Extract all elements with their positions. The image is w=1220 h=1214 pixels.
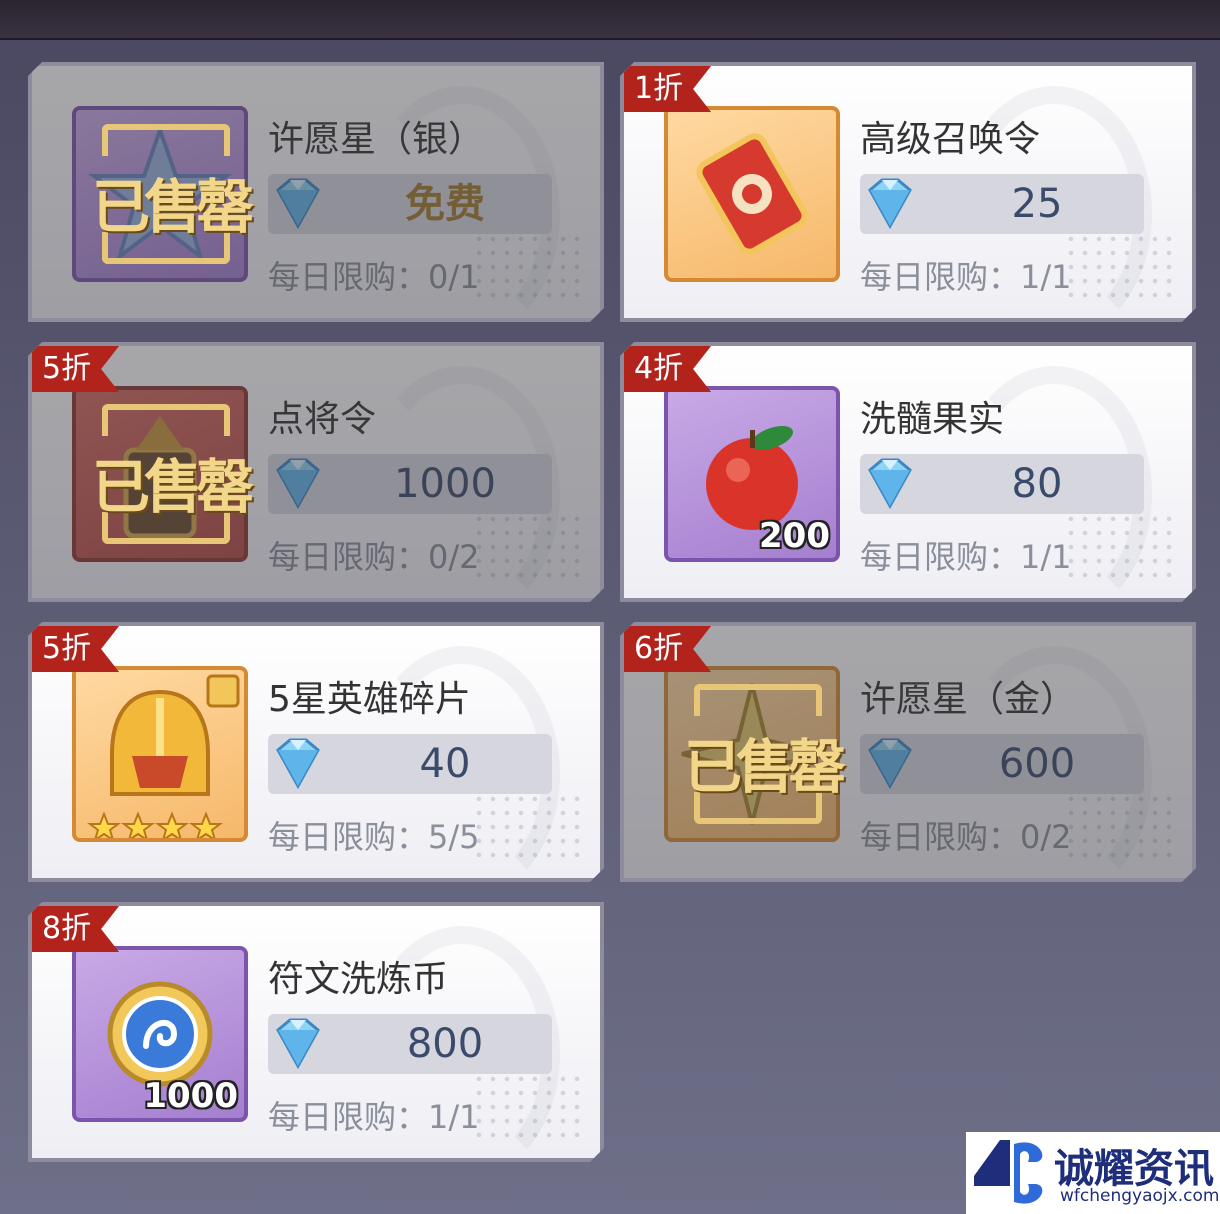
item-icon-box: 200 <box>664 386 840 562</box>
shop-item-card[interactable]: 5星英雄碎片 40 每日限购：5/5 5折 <box>28 622 604 882</box>
item-icon-box <box>664 106 840 282</box>
purchase-limit: 每日限购：5/5 <box>268 818 480 856</box>
card-dots <box>1064 512 1174 582</box>
sold-out-stamp: 已售罄 <box>72 386 248 562</box>
watermark-logo-icon <box>974 1140 1043 1204</box>
diamond-icon <box>858 452 922 516</box>
item-icon-box <box>72 666 248 842</box>
watermark-url: wfchengyaojx.com <box>1060 1186 1220 1206</box>
item-name: 5星英雄碎片 <box>268 679 471 720</box>
card-dots <box>472 792 582 862</box>
price-bar[interactable]: 40 <box>268 734 552 794</box>
price-bar[interactable]: 80 <box>860 454 1144 514</box>
diamond-icon <box>266 732 330 796</box>
stamp-frame-top <box>102 124 230 156</box>
item-name: 高级召唤令 <box>860 119 1041 160</box>
diamond-icon <box>266 1012 330 1076</box>
purchase-limit: 每日限购：1/1 <box>860 538 1072 576</box>
sold-out-stamp: 已售罄 <box>664 666 840 842</box>
shop-item-card[interactable]: 许愿星（金） 600 每日限购：0/2 6折 已售罄 <box>620 622 1196 882</box>
discount-badge: 1折 <box>624 66 711 112</box>
top-bar <box>0 0 1220 40</box>
item-icon-box: 1000 <box>72 946 248 1122</box>
item-name: 符文洗炼币 <box>268 959 449 1000</box>
shop-item-card[interactable]: 200 洗髓果实 80 每日限购：1/1 4折 <box>620 342 1196 602</box>
price-bar[interactable]: 800 <box>268 1014 552 1074</box>
diamond-icon <box>858 172 922 236</box>
sold-out-label: 已售罄 <box>91 173 248 241</box>
item-price: 80 <box>1011 461 1063 507</box>
item-quantity: 1000 <box>143 1076 238 1116</box>
card-dots <box>472 1072 582 1142</box>
shop-item-card[interactable]: 高级召唤令 25 每日限购：1/1 1折 <box>620 62 1196 322</box>
discount-badge: 8折 <box>32 906 119 952</box>
sold-out-label: 已售罄 <box>91 453 248 521</box>
card-dots <box>1064 232 1174 302</box>
stamp-frame-top <box>694 684 822 716</box>
hero-helmet-icon <box>76 670 244 838</box>
watermark: 诚耀资讯 wfchengyaojx.com <box>966 1132 1220 1214</box>
stamp-frame-top <box>102 404 230 436</box>
item-price: 40 <box>419 741 471 787</box>
discount-badge: 5折 <box>32 626 119 672</box>
discount-badge: 4折 <box>624 346 711 392</box>
shop-item-card[interactable]: 点将令 1000 每日限购：0/2 5折 已售罄 <box>28 342 604 602</box>
item-price: 25 <box>1011 181 1063 227</box>
purchase-limit: 每日限购：1/1 <box>860 258 1072 296</box>
sold-out-stamp: 已售罄 <box>72 106 248 282</box>
price-bar[interactable]: 25 <box>860 174 1144 234</box>
shop-item-card[interactable]: 许愿星（银） 免费 每日限购：0/1 已售罄 <box>28 62 604 322</box>
item-price: 800 <box>406 1021 484 1067</box>
item-name: 洗髓果实 <box>860 399 1005 440</box>
sold-out-label: 已售罄 <box>683 733 840 801</box>
item-quantity: 200 <box>759 516 830 556</box>
summon-token-icon <box>668 110 836 278</box>
purchase-limit: 每日限购：1/1 <box>268 1098 480 1136</box>
shop-item-card[interactable]: 1000 符文洗炼币 800 每日限购：1/1 8折 <box>28 902 604 1162</box>
